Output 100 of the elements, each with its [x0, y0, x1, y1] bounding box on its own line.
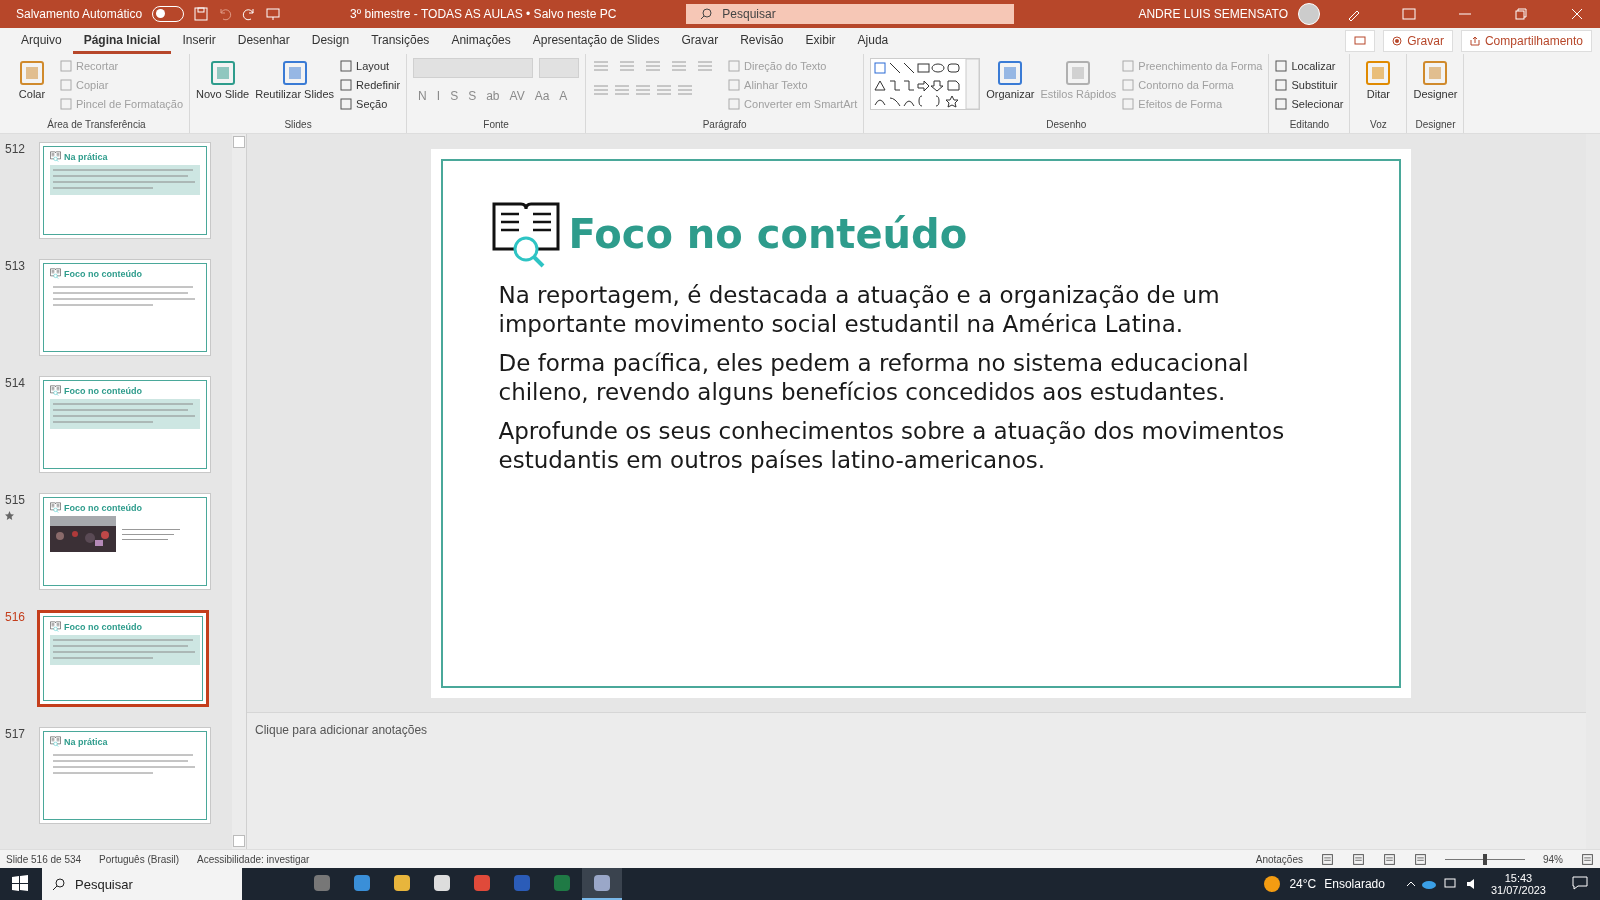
slide-number: 517 [5, 727, 26, 741]
group-label: Slides [283, 119, 313, 132]
presentation-icon[interactable] [266, 7, 281, 21]
save-icon[interactable] [194, 7, 209, 21]
group-label: Área de Transferência [46, 119, 147, 132]
accessibility-status[interactable]: Acessibilidade: investigar [197, 853, 310, 865]
fit-slide-icon[interactable] [1581, 852, 1594, 866]
slide-number: 515 [5, 493, 26, 507]
slide-paragraph: De forma pacífica, eles pedem a reforma no sistema educacional chileno, revendo alguns benefícios concedidos aos estudantes. [498, 348, 1250, 407]
restore-icon[interactable] [1515, 8, 1527, 20]
book-search-icon [50, 268, 61, 279]
menu-tab[interactable]: Transições [360, 28, 441, 54]
windows-icon[interactable] [12, 875, 28, 891]
square-icon [340, 79, 353, 91]
slide-number: 513 [5, 259, 26, 273]
search-field[interactable]: Pesquisar [686, 4, 1015, 24]
square-icon [1122, 79, 1135, 91]
user-name: ANDRE LUIS SEMENSATO [1138, 7, 1288, 21]
notifications-icon[interactable] [1572, 876, 1588, 890]
clock-date: 31/07/2023 [1490, 884, 1546, 896]
close-icon[interactable] [1571, 8, 1583, 20]
ribbon-small-button[interactable]: Redefinir [340, 77, 401, 93]
ribbon-small-button[interactable]: Selecionar [1275, 96, 1344, 112]
sun-icon [1263, 875, 1282, 893]
ribbon-small-button[interactable]: Seção [340, 96, 401, 112]
slide-title: Foco no conteúdo [568, 210, 968, 257]
slide-thumbnail[interactable]: Na prática [39, 727, 211, 824]
slide-thumbnail[interactable]: Na prática [39, 142, 211, 239]
clock-time: 15:43 [1504, 872, 1533, 884]
menu-tab[interactable]: Gravar [670, 28, 730, 54]
taskbar-search-field[interactable]: Pesquisar [42, 868, 242, 900]
group-label: Fonte [482, 119, 510, 132]
zoom-level[interactable]: 94% [1543, 853, 1563, 865]
thumbnail-title: Foco no conteúdo [64, 268, 142, 279]
font-size-field[interactable] [539, 58, 580, 78]
font-name-field[interactable] [413, 58, 534, 78]
square-icon [1122, 60, 1135, 72]
language[interactable]: Português (Brasil) [99, 853, 180, 865]
ribbon-small-button[interactable]: Substituir [1275, 77, 1344, 93]
redo-icon[interactable] [242, 7, 257, 21]
app-icon [592, 873, 612, 893]
app-icon [312, 873, 332, 893]
menu-tab[interactable]: Inserir [171, 28, 227, 54]
thumbnail-title: Foco no conteúdo [64, 385, 142, 396]
ribbon-large-button[interactable]: Designer [1413, 58, 1458, 119]
ribbon-small-button[interactable]: Layout [340, 58, 401, 74]
menu-tab[interactable]: Ajuda [846, 28, 900, 54]
menu-tab[interactable]: Animações [440, 28, 522, 54]
notes-placeholder[interactable]: Clique para adicionar anotações [255, 723, 428, 737]
ribbon-display-icon[interactable] [1402, 8, 1416, 20]
menu-tab[interactable]: Exibir [794, 28, 847, 54]
ribbon-small-button[interactable]: Localizar [1275, 58, 1344, 74]
square-icon [1275, 79, 1288, 91]
menu-tab[interactable]: Revisão [729, 28, 795, 54]
square-icon [728, 60, 741, 72]
reading-view-icon[interactable] [1383, 852, 1396, 866]
app-icon [392, 873, 412, 893]
ribbon-large-button[interactable]: Reutilizar Slides [255, 58, 335, 119]
thumbnail-title: Foco no conteúdo [64, 502, 142, 513]
square-icon [1275, 60, 1288, 72]
thumbnail-title: Na prática [64, 736, 108, 747]
slide-thumbnail[interactable]: Foco no conteúdo [39, 493, 211, 590]
slideshow-icon[interactable] [1414, 852, 1427, 866]
square-icon [60, 60, 72, 72]
square-icon [728, 79, 741, 91]
search-icon [700, 8, 713, 20]
slide-thumbnail[interactable]: Foco no conteúdo [37, 610, 209, 707]
taskbar-app-button[interactable] [582, 868, 622, 900]
slide-thumbnail[interactable]: Foco no conteúdo [39, 376, 211, 473]
zoom-thumb[interactable] [1483, 853, 1487, 865]
record-button[interactable]: Gravar [1383, 30, 1453, 52]
slide-sorter-icon[interactable] [1352, 852, 1365, 866]
normal-view-icon[interactable] [1321, 852, 1334, 866]
group-label: Designer [1414, 119, 1457, 132]
app-icon [472, 873, 492, 893]
square-icon [728, 98, 741, 110]
ribbon-large-button[interactable]: Ditar [1356, 58, 1401, 119]
slide-paragraph: Aprofunde os seus conhecimentos sobre a atuação dos movimentos estudantis em outros países latino-americanos. [498, 416, 1286, 475]
avatar[interactable] [1298, 3, 1320, 25]
menu-tab[interactable]: Design [300, 28, 361, 54]
system-tray-icons-drawing[interactable] [1404, 876, 1477, 892]
ribbon-large-button[interactable]: Organizar [986, 58, 1035, 119]
shapes-gallery-icon[interactable] [870, 58, 981, 110]
ribbon-large-button[interactable]: Novo Slide [196, 58, 250, 119]
group-label: Desenho [1045, 119, 1088, 132]
share-button[interactable]: Compartilhamento [1460, 30, 1592, 52]
group-label: Parágrafo [701, 119, 748, 132]
book-search-icon [50, 385, 61, 396]
slide-number: 516 [5, 610, 26, 624]
menu-tab[interactable]: Apresentação de Slides [521, 28, 671, 54]
weather: Ensolarado [1324, 877, 1385, 891]
menu-tab[interactable]: Arquivo [10, 28, 73, 54]
thumbnail-title: Na prática [64, 151, 108, 162]
comment-icon [1354, 36, 1367, 46]
notes-button[interactable]: Anotações [1255, 853, 1303, 865]
slide-thumbnail[interactable]: Foco no conteúdo [39, 259, 211, 356]
ribbon-large-button[interactable]: Colar [10, 58, 54, 119]
thumbnail-title: Foco no conteúdo [64, 621, 142, 632]
slide-paragraph: Na reportagem, é destacada a atuação e a organização de um importante movimento social estudantil na América Latina. [498, 280, 1221, 339]
menu-tab[interactable]: Desenhar [226, 28, 301, 54]
